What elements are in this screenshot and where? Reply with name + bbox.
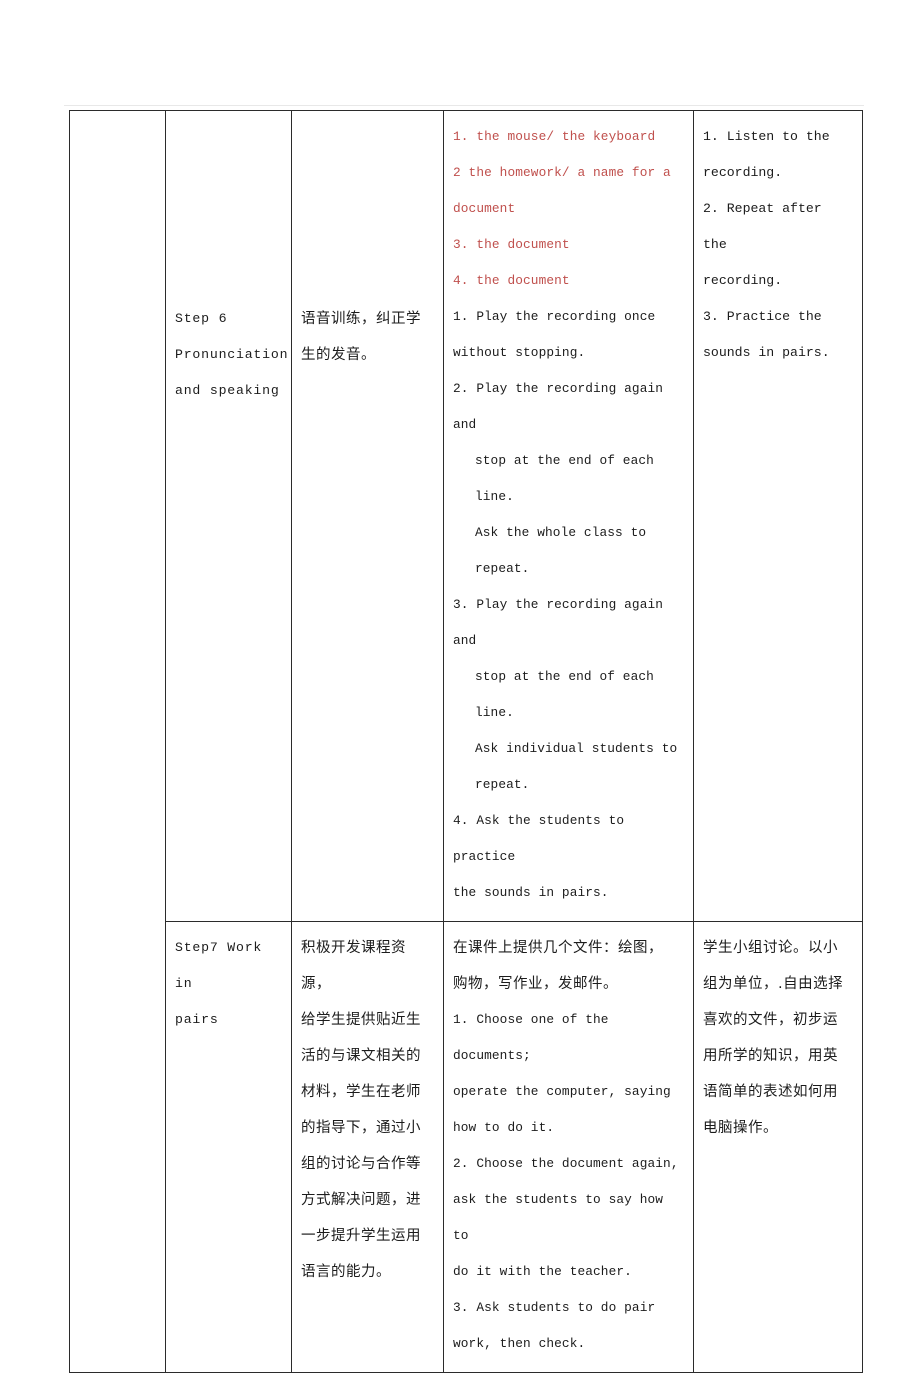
step6-label-cell: Step 6 Pronunciation and speaking <box>165 110 292 922</box>
step7-step-3-cont: work, then check. <box>453 1336 586 1351</box>
step6-label-line3: and speaking <box>175 383 280 398</box>
step6-step-1-cont: without stopping. <box>453 345 586 360</box>
step7-step-1-cont-a: operate the computer, saying <box>453 1084 671 1099</box>
step7-purpose-cell: 积极开发课程资源， 给学生提供贴近生 活的与课文相关的 材料，学生在老师 的指导… <box>291 921 444 1373</box>
step7-step-2-cont-a: ask the students to say how to <box>453 1192 671 1243</box>
step7-purpose-line6: 组的讨论与合作等 <box>301 1156 421 1172</box>
step7-purpose-line7: 方式解决问题，进 <box>301 1192 421 1208</box>
step6-purpose-line1: 语音训练，纠正学 <box>301 311 421 327</box>
step6-label-line1: Step 6 <box>175 311 228 326</box>
step6-activity-1-cont: recording. <box>703 165 783 180</box>
step7-activity-line4: 用所学的知识，用英 <box>703 1048 838 1064</box>
step7-step-2: 2. Choose the document again, <box>453 1156 679 1171</box>
step7-step-1-cont-b: how to do it. <box>453 1120 555 1135</box>
step6-activity-2-cont: recording. <box>703 273 783 288</box>
step7-purpose-line1: 积极开发课程资源， <box>301 940 406 992</box>
step7-purpose-line2: 给学生提供贴近生 <box>301 1012 421 1028</box>
lesson-plan-table: Step 6 Pronunciation and speaking 语音训练，纠… <box>69 110 863 1373</box>
step7-label-cell: Step7 Work in pairs <box>165 921 292 1373</box>
step7-label-line2: pairs <box>175 1012 219 1027</box>
document-page: Step 6 Pronunciation and speaking 语音训练，纠… <box>0 0 920 1373</box>
step6-step-2-cont-b: Ask the whole class to <box>475 525 647 540</box>
step7-intro-line1: 在课件上提供几个文件：绘图， <box>453 940 663 956</box>
step7-step-2-cont-b: do it with the teacher. <box>453 1264 632 1279</box>
step6-purpose-line2: 生的发音。 <box>301 347 376 363</box>
step7-activity-line2: 组为单位，.自由选择 <box>703 976 844 992</box>
step6-activity-2: 2. Repeat after the <box>703 201 830 252</box>
step6-activity-1: 1. Listen to the <box>703 129 830 144</box>
page-edge-line <box>64 105 864 106</box>
step6-answer-2-cont: document <box>453 201 516 216</box>
step6-step-4-cont: the sounds in pairs. <box>453 885 609 900</box>
step7-activity-line5: 语简单的表述如何用 <box>703 1084 838 1100</box>
step6-step-4: 4. Ask the students to practice <box>453 813 632 864</box>
step6-activity-3: 3. Practice the <box>703 309 822 324</box>
step6-step-2-cont-a: stop at the end of each line. <box>475 453 662 504</box>
step6-step-3-cont-c: repeat. <box>475 777 530 792</box>
merged-left-column <box>69 110 166 1373</box>
step7-step-1: 1. Choose one of the documents; <box>453 1012 617 1063</box>
step6-step-3-cont-b: Ask individual students to <box>475 741 678 756</box>
step6-step-2: 2. Play the recording again and <box>453 381 671 432</box>
step7-purpose-line8: 一步提升学生运用 <box>301 1228 421 1244</box>
step7-purpose-line9: 语言的能力。 <box>301 1264 391 1280</box>
table-row: Step7 Work in pairs 积极开发课程资源， 给学生提供贴近生 活… <box>70 921 863 1373</box>
step7-procedure-cell: 在课件上提供几个文件：绘图， 购物，写作业，发邮件。 1. Choose one… <box>443 921 694 1373</box>
step6-answer-3: 3. the document <box>453 237 570 252</box>
step7-activity-line3: 喜欢的文件，初步运 <box>703 1012 838 1028</box>
step7-activity-line6: 电脑操作。 <box>703 1120 778 1136</box>
step6-step-3-cont-a: stop at the end of each line. <box>475 669 662 720</box>
step7-label-line1: Step7 Work in <box>175 940 271 991</box>
step6-activity-3-cont: sounds in pairs. <box>703 345 830 360</box>
step6-procedure-cell: 1. the mouse/ the keyboard 2 the homewor… <box>443 110 694 922</box>
step7-student-activity-cell: 学生小组讨论。以小 组为单位，.自由选择 喜欢的文件，初步运 用所学的知识，用英… <box>693 921 863 1373</box>
step7-intro-line2: 购物，写作业，发邮件。 <box>453 976 618 992</box>
step6-student-activity-cell: 1. Listen to the recording. 2. Repeat af… <box>693 110 863 922</box>
step6-purpose-cell: 语音训练，纠正学 生的发音。 <box>291 110 444 922</box>
step7-purpose-line3: 活的与课文相关的 <box>301 1048 421 1064</box>
table-row: Step 6 Pronunciation and speaking 语音训练，纠… <box>69 110 863 1373</box>
step6-label-line2: Pronunciation <box>175 347 289 362</box>
step7-purpose-line4: 材料，学生在老师 <box>301 1084 421 1100</box>
step7-purpose-line5: 的指导下，通过小 <box>301 1120 421 1136</box>
step7-step-3: 3. Ask students to do pair <box>453 1300 656 1315</box>
step6-answer-2: 2 the homework/ a name for a <box>453 165 671 180</box>
step6-step-3: 3. Play the recording again and <box>453 597 671 648</box>
step6-answer-4: 4. the document <box>453 273 570 288</box>
step6-answer-1: 1. the mouse/ the keyboard <box>453 129 656 144</box>
step6-step-2-cont-c: repeat. <box>475 561 530 576</box>
step7-activity-line1: 学生小组讨论。以小 <box>703 940 838 956</box>
step6-step-1: 1. Play the recording once <box>453 309 656 324</box>
